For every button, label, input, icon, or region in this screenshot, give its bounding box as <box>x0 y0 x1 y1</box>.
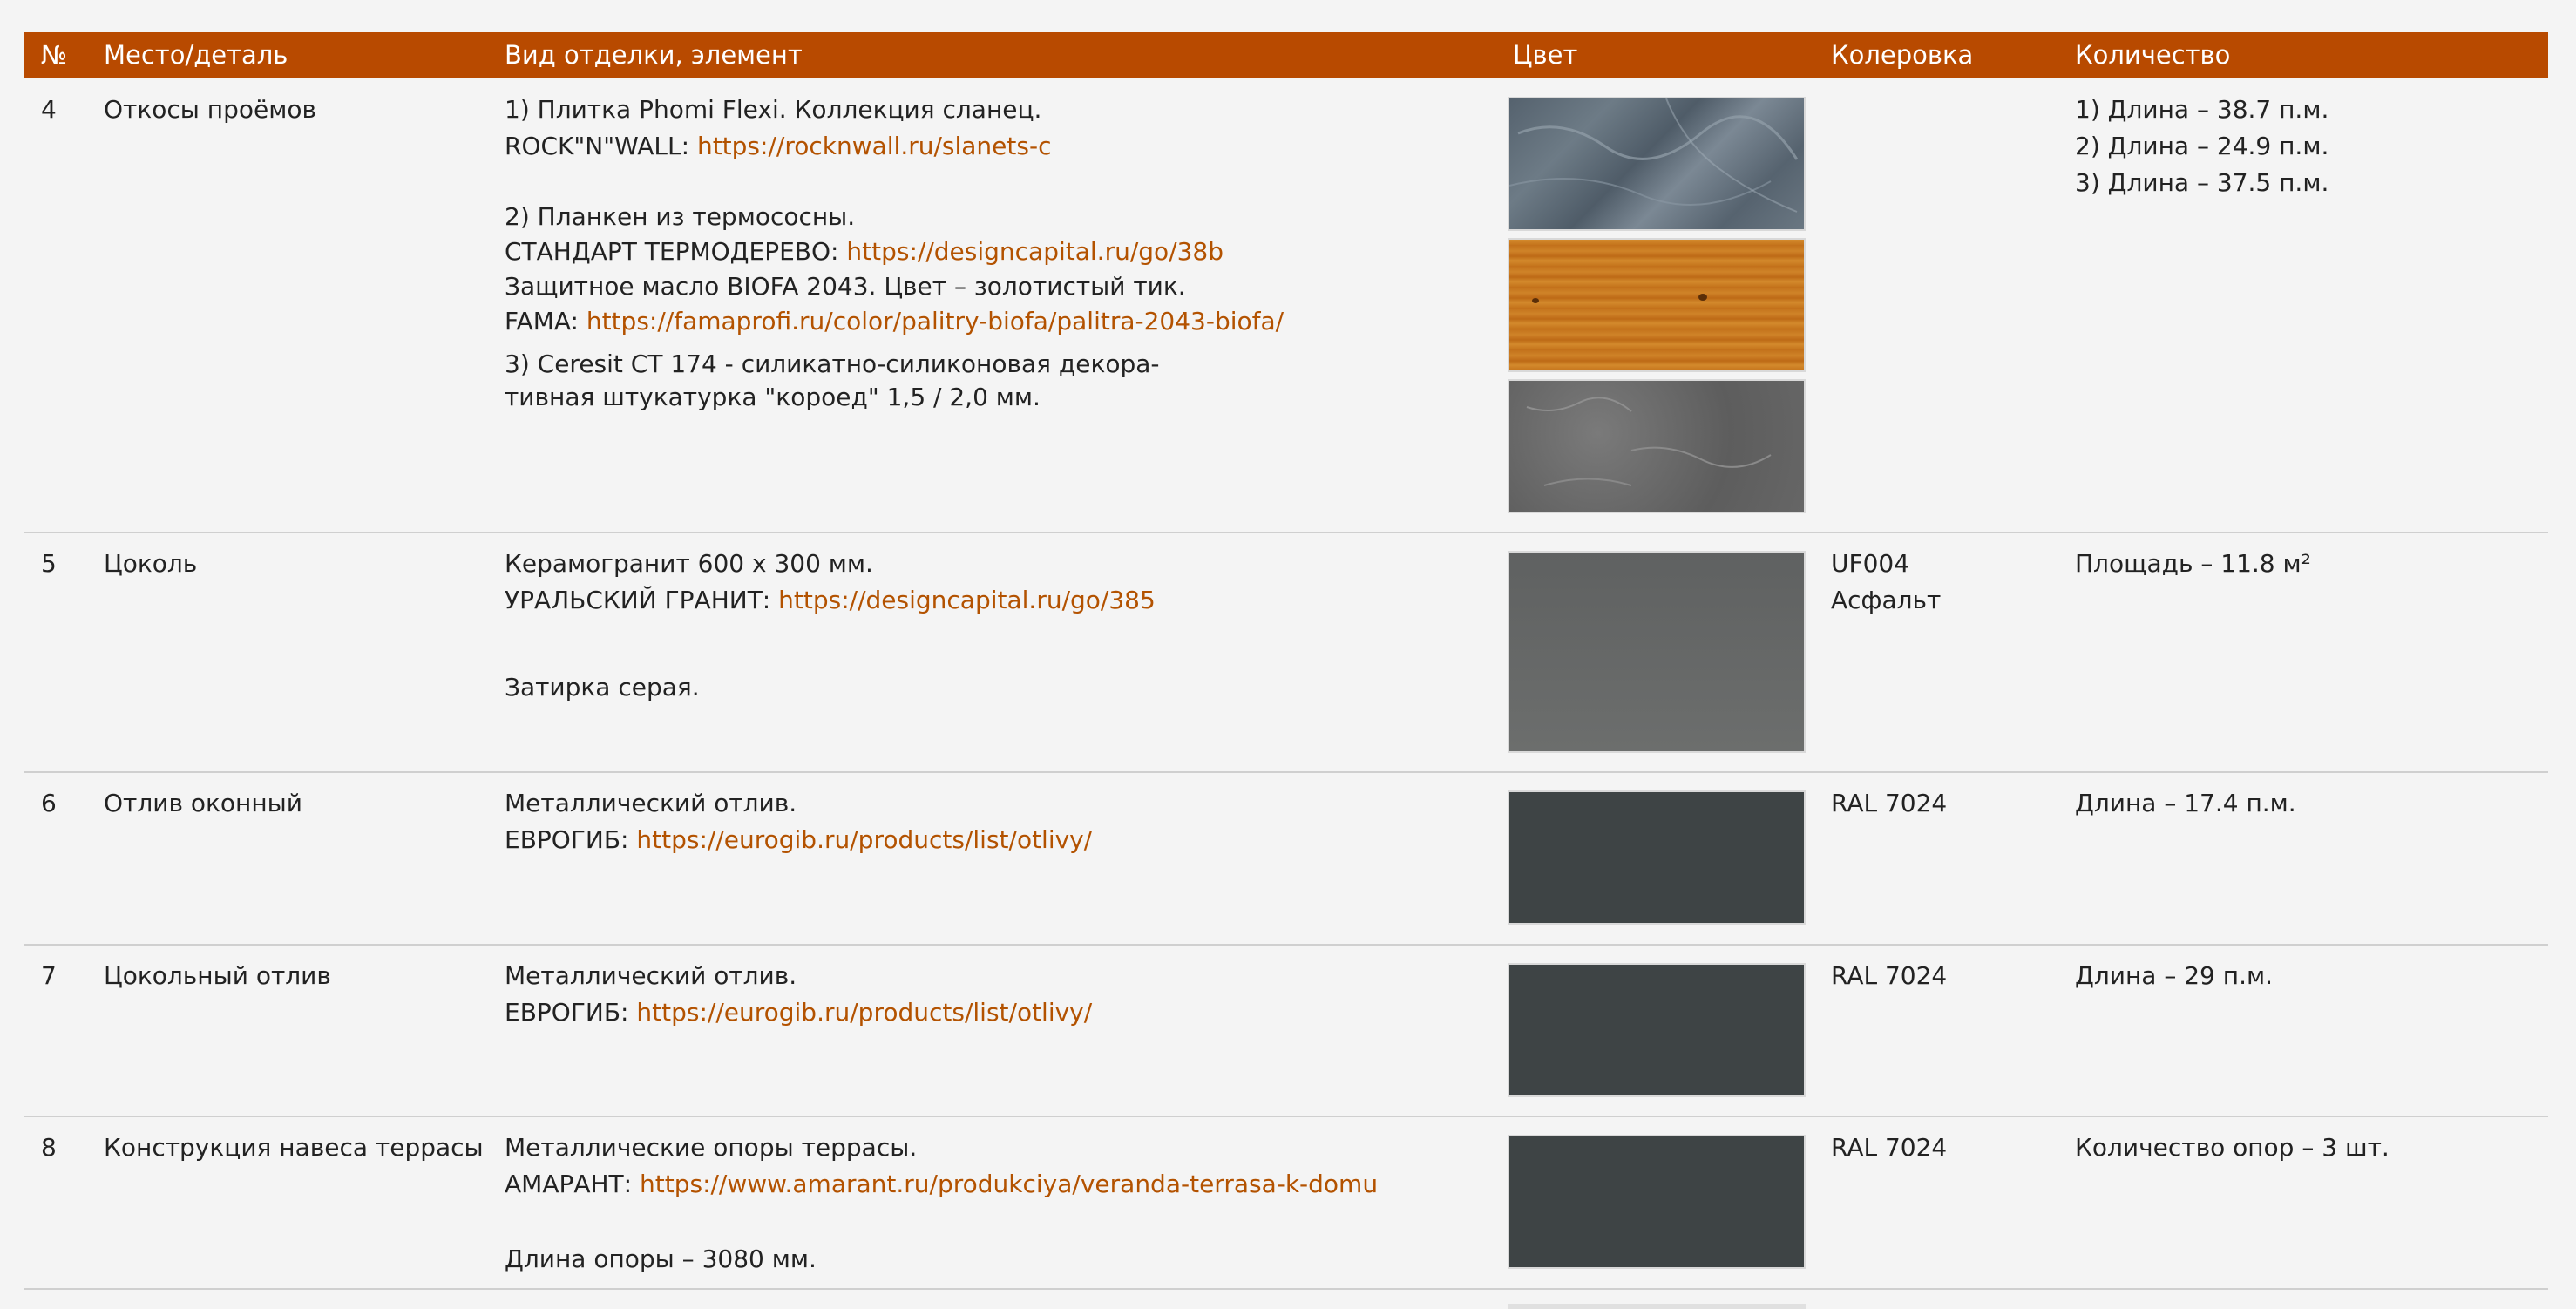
desc-source: ЕВРОГИБ: https://eurogib.ru/products/lis… <box>505 822 1463 858</box>
desc-source: ЕВРОГИБ: https://eurogib.ru/products/lis… <box>505 994 1463 1031</box>
wood-knot-icon <box>1532 294 1707 303</box>
swatch-ral-7024 <box>1508 1135 1806 1269</box>
row-place: Цокольный отлив <box>104 961 331 990</box>
row-quantity: Площадь – 11.8 м² <box>2075 549 2311 578</box>
row-place: Отлив оконный <box>104 789 302 817</box>
row-tint: UF004 Асфальт <box>1831 546 1941 619</box>
source-link[interactable]: https://designcapital.ru/go/385 <box>778 586 1156 614</box>
plaster-texture-icon <box>1526 397 1772 486</box>
slate-texture-icon <box>1509 98 1799 213</box>
source-link[interactable]: https://eurogib.ru/products/list/otlivy/ <box>636 825 1092 854</box>
source-label: АМАРАНТ: <box>505 1170 640 1198</box>
source-label: ЕВРОГИБ: <box>505 825 637 854</box>
swatch-plaster <box>1508 379 1806 513</box>
table-row: 6 Отлив оконный Металлический отлив. ЕВР… <box>24 773 2548 946</box>
row-description: Металлический отлив. ЕВРОГИБ: https://eu… <box>505 958 1463 1031</box>
table-row: 7 Цокольный отлив Металлический отлив. Е… <box>24 946 2548 1117</box>
source-label: ЕВРОГИБ: <box>505 998 637 1027</box>
header-color: Цвет <box>1513 40 1578 70</box>
source-label: ROCK"N"WALL: <box>505 132 697 160</box>
table-row: 5 Цоколь Керамогранит 600 х 300 мм. УРАЛ… <box>24 533 2548 773</box>
desc-source: УРАЛЬСКИЙ ГРАНИТ: https://designcapital.… <box>505 582 1463 619</box>
tint-name: Асфальт <box>1831 586 1942 614</box>
desc-line: Керамогранит 600 х 300 мм. <box>505 549 873 578</box>
quantity-line: 3) Длина – 37.5 п.м. <box>2075 168 2329 197</box>
row-tint: RAL 7024 <box>1831 961 1948 990</box>
desc-line: Защитное масло BIOFA 2043. Цвет – золоти… <box>505 272 1186 301</box>
source-link[interactable]: https://famaprofi.ru/color/palitry-biofa… <box>586 307 1284 336</box>
row-description: 1) Плитка Phomi Flexi. Коллекция сланец.… <box>505 92 1463 414</box>
row-place: Откосы проёмов <box>104 95 316 124</box>
header-tint: Колеровка <box>1831 40 1974 70</box>
source-link[interactable]: https://eurogib.ru/products/list/otlivy/ <box>636 998 1092 1027</box>
desc-source: АМАРАНТ: https://www.amarant.ru/produkci… <box>505 1166 1463 1203</box>
source-link[interactable]: https://rocknwall.ru/slanets-c <box>697 132 1052 160</box>
desc-line: Металлический отлив. <box>505 789 797 817</box>
source-label: СТАНДАРТ ТЕРМОДЕРЕВО: <box>505 237 847 266</box>
table-row: 8 Конструкция навеса террасы Металлическ… <box>24 1117 2548 1290</box>
desc-line: Затирка серая. <box>505 673 700 702</box>
row-number: 4 <box>41 95 57 124</box>
swatch-ral-7024 <box>1508 790 1806 925</box>
desc-line: 2) Планкен из термососны. <box>505 202 856 231</box>
row-tint: RAL 7024 <box>1831 1133 1948 1162</box>
desc-line: Металлические опоры террасы. <box>505 1133 918 1162</box>
header-finish: Вид отделки, элемент <box>505 40 803 70</box>
desc-line: 3) Ceresit CT 174 - силикатно-силиконова… <box>505 349 1160 378</box>
row-place: Цоколь <box>104 549 198 578</box>
source-label: FAMA: <box>505 307 586 336</box>
row-quantity: Длина – 17.4 п.м. <box>2075 789 2296 817</box>
row-description: Металлические опоры террасы. АМАРАНТ: ht… <box>505 1129 1463 1278</box>
row-number: 5 <box>41 549 57 578</box>
swatch-wood <box>1508 238 1806 372</box>
row-place: Конструкция навеса террасы <box>104 1133 484 1162</box>
row-number: 6 <box>41 789 57 817</box>
row-quantity: 1) Длина – 38.7 п.м. 2) Длина – 24.9 п.м… <box>2075 92 2329 201</box>
row-quantity: Длина – 29 п.м. <box>2075 961 2273 990</box>
desc-line: тивная штукатурка "короед" 1,5 / 2,0 мм. <box>505 383 1041 411</box>
desc-line: Длина опоры – 3080 мм. <box>505 1245 817 1273</box>
row-tint: RAL 7024 <box>1831 789 1948 817</box>
header-qty: Количество <box>2075 40 2231 70</box>
quantity-line: 2) Длина – 24.9 п.м. <box>2075 132 2329 160</box>
desc-source: FAMA: https://famaprofi.ru/color/palitry… <box>505 304 1463 339</box>
swatch-asphalt <box>1508 551 1806 753</box>
next-row-swatch-edge <box>1508 1304 1806 1309</box>
row-number: 8 <box>41 1133 57 1162</box>
row-description: Керамогранит 600 х 300 мм. УРАЛЬСКИЙ ГРА… <box>505 546 1463 706</box>
desc-source: СТАНДАРТ ТЕРМОДЕРЕВО: https://designcapi… <box>505 234 1463 269</box>
source-link[interactable]: https://www.amarant.ru/produkciya/verand… <box>640 1170 1378 1198</box>
quantity-line: 1) Длина – 38.7 п.м. <box>2075 95 2329 124</box>
table-row: 4 Откосы проёмов 1) Плитка Phomi Flexi. … <box>24 78 2548 533</box>
header-num: № <box>41 40 68 70</box>
source-link[interactable]: https://designcapital.ru/go/38b <box>846 237 1224 266</box>
table-header: № Место/деталь Вид отделки, элемент Цвет… <box>24 32 2548 78</box>
tint-code: UF004 <box>1831 549 1910 578</box>
desc-source: ROCK"N"WALL: https://rocknwall.ru/slanet… <box>505 128 1463 165</box>
header-place: Место/деталь <box>104 40 288 70</box>
row-number: 7 <box>41 961 57 990</box>
row-divider <box>24 1288 2548 1290</box>
swatch-slate <box>1508 97 1806 231</box>
row-quantity: Количество опор – 3 шт. <box>2075 1133 2390 1162</box>
desc-line: 1) Плитка Phomi Flexi. Коллекция сланец. <box>505 95 1042 124</box>
swatch-ral-7024 <box>1508 963 1806 1097</box>
desc-line: Металлический отлив. <box>505 961 797 990</box>
source-label: УРАЛЬСКИЙ ГРАНИТ: <box>505 586 779 614</box>
row-description: Металлический отлив. ЕВРОГИБ: https://eu… <box>505 785 1463 858</box>
